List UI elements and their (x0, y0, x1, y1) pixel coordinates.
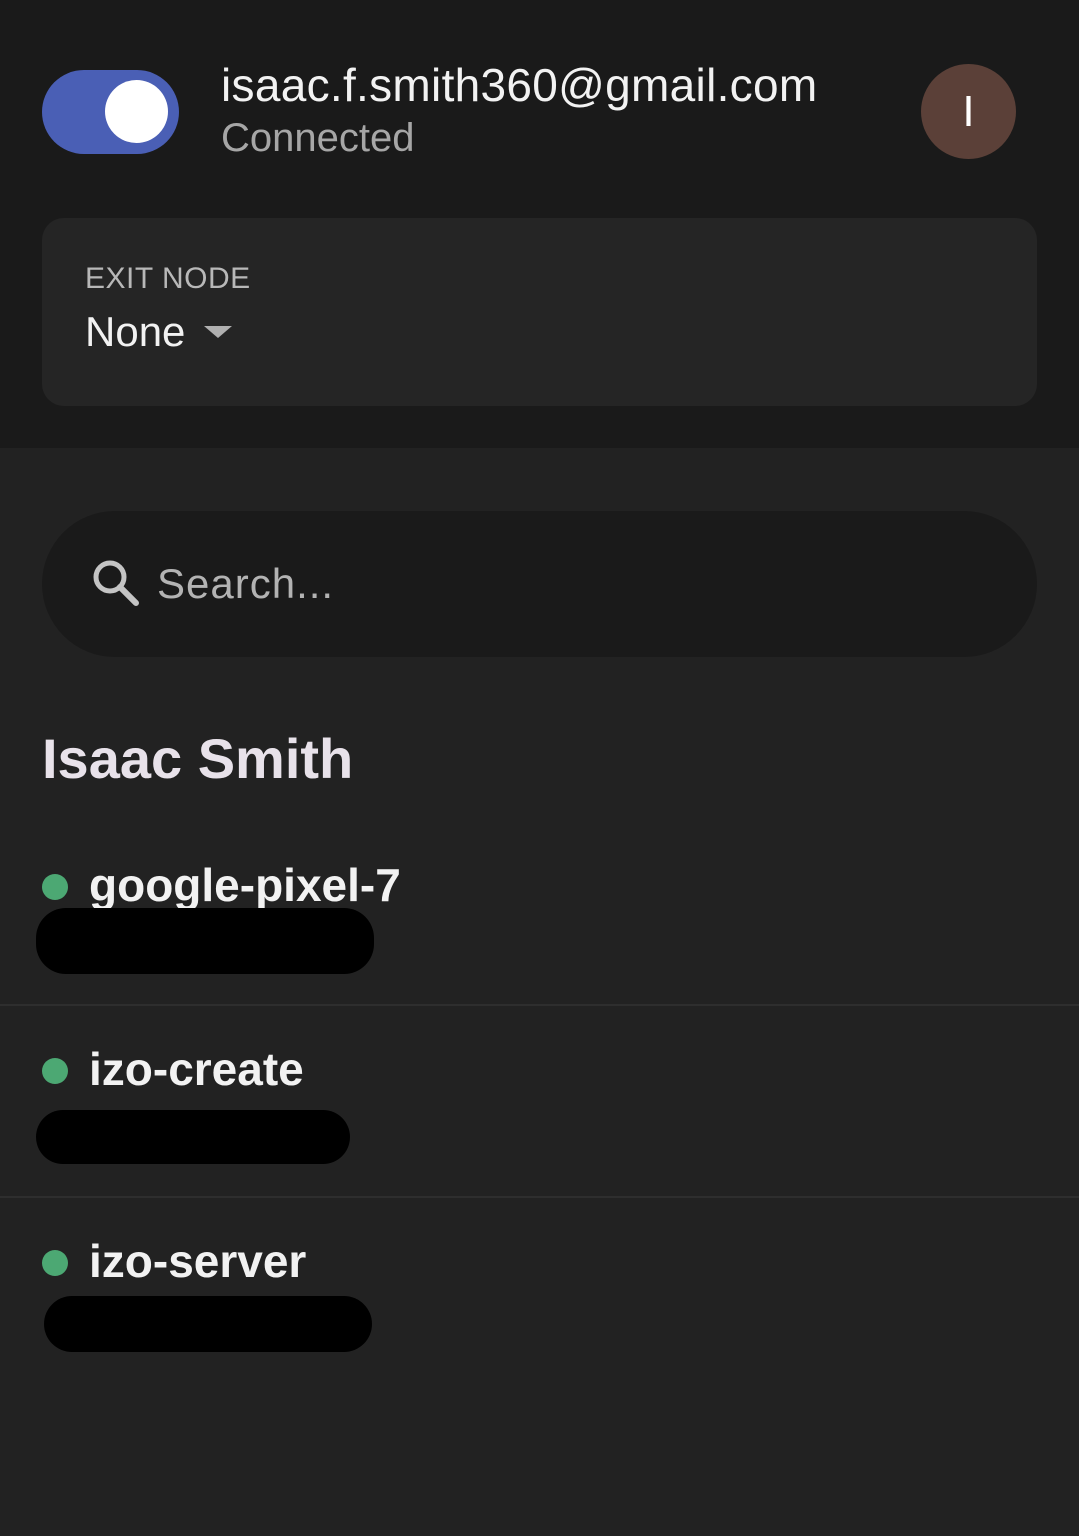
vpn-toggle[interactable] (42, 70, 179, 154)
status-dot-icon (42, 1250, 68, 1276)
status-dot-icon (42, 874, 68, 900)
device-row-izo-server[interactable]: izo-server (0, 1198, 1079, 1390)
device-name: google-pixel-7 (89, 859, 401, 911)
device-row-izo-create[interactable]: izo-create (0, 1006, 1079, 1198)
redacted-address (36, 908, 374, 974)
search-input[interactable] (157, 549, 977, 619)
exit-node-value: None (85, 308, 186, 355)
device-name: izo-server (89, 1235, 307, 1287)
device-row-google-pixel-7[interactable]: google-pixel-7 (0, 846, 1079, 1006)
redacted-address (44, 1296, 372, 1352)
search-icon (93, 560, 139, 606)
header: isaac.f.smith360@gmail.com Connected I E… (0, 0, 1079, 448)
account-email: isaac.f.smith360@gmail.com (221, 59, 818, 111)
exit-node-label: EXIT NODE (85, 262, 251, 295)
connection-status: Connected (221, 116, 415, 160)
device-name: izo-create (89, 1043, 304, 1095)
toggle-knob (105, 80, 168, 143)
chevron-down-icon (204, 326, 232, 338)
search-bar[interactable] (42, 511, 1037, 657)
avatar[interactable]: I (921, 64, 1016, 159)
redacted-address (36, 1110, 350, 1164)
status-dot-icon (42, 1058, 68, 1084)
section-title-owner: Isaac Smith (42, 727, 354, 790)
exit-node-selector[interactable]: EXIT NODE None (42, 218, 1037, 406)
